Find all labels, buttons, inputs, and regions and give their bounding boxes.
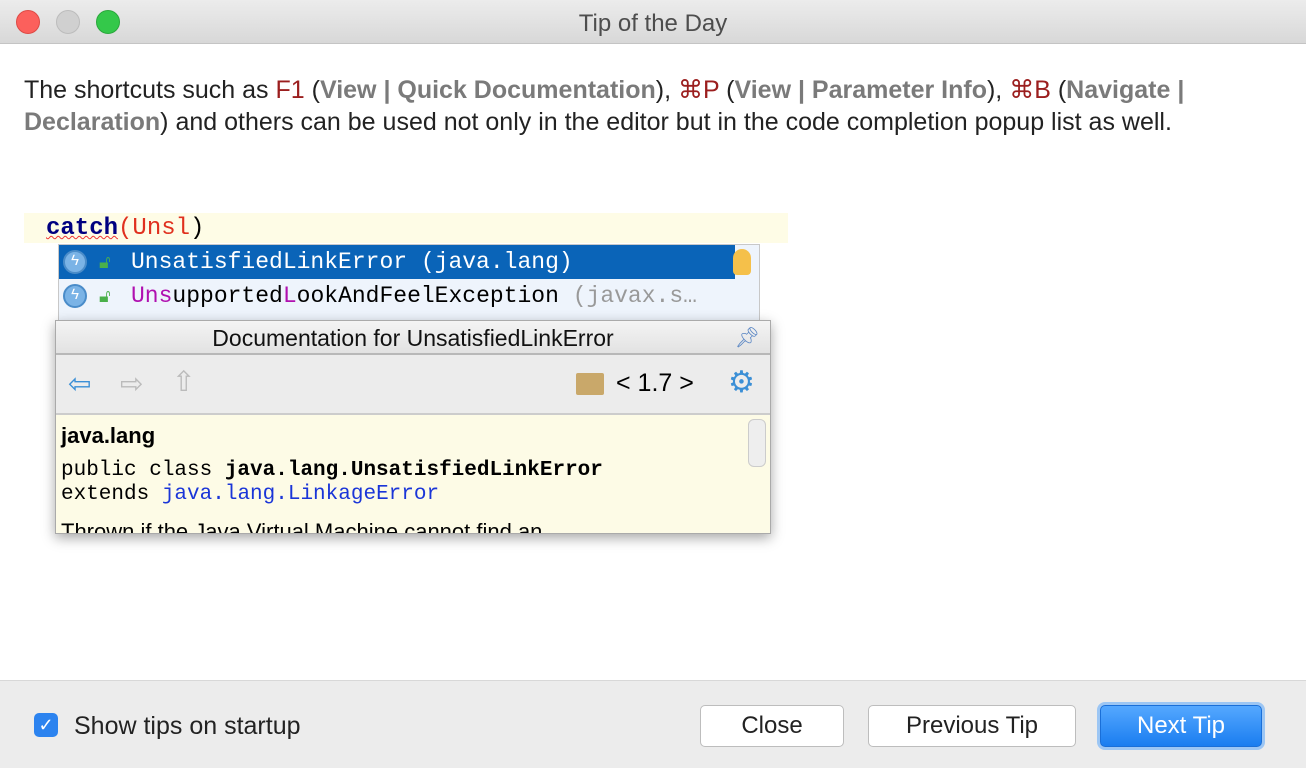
previous-tip-button[interactable]: Previous Tip [868, 705, 1076, 747]
gear-icon[interactable]: ⚙ [728, 365, 755, 400]
title-bar: Tip of the Day [0, 0, 1306, 44]
completion-item[interactable]: ϟ 🔓︎ UnsupportedLookAndFeelException (ja… [59, 279, 735, 313]
show-tips-label: Show tips on startup [74, 712, 301, 740]
documentation-popup: Documentation for UnsatisfiedLinkError 📌… [55, 320, 771, 534]
show-tips-checkbox[interactable]: ✓ [34, 713, 58, 737]
window-title: Tip of the Day [578, 10, 728, 37]
lightbulb-icon[interactable] [733, 249, 751, 275]
unlock-icon: 🔓︎ [99, 288, 111, 308]
next-tip-button[interactable]: Next Tip [1100, 705, 1262, 747]
forward-icon[interactable]: ⇨ [120, 367, 143, 400]
doc-toolbar: ⇦ ⇨ ⇧ < 1.7 > ⚙ [56, 355, 770, 415]
doc-title: Documentation for UnsatisfiedLinkError [56, 321, 770, 355]
version-selector[interactable]: < 1.7 > [616, 369, 694, 398]
doc-description: Thrown if the Java Virtual Machine canno… [61, 519, 543, 534]
back-icon[interactable]: ⇦ [68, 367, 91, 400]
library-icon[interactable] [576, 373, 604, 395]
pin-icon[interactable]: 📌︎ [735, 325, 760, 350]
close-button[interactable]: Close [700, 705, 844, 747]
up-icon[interactable]: ⇧ [172, 365, 195, 398]
completion-item[interactable]: ϟ 🔓︎ UnsatisfiedLinkError (java.lang) [59, 245, 735, 279]
footer: ✓ Show tips on startup Close Previous Ti… [0, 680, 1306, 768]
completion-popup: ϟ 🔓︎ UnsatisfiedLinkError (java.lang) ϟ … [58, 244, 760, 324]
code-example: catch(Unsl) [24, 213, 788, 243]
linkage-error-link[interactable]: java.lang.LinkageError [162, 483, 439, 506]
scrollbar[interactable] [748, 419, 766, 467]
unlock-icon: 🔓︎ [99, 254, 111, 274]
lightning-icon: ϟ [63, 250, 87, 274]
doc-package: java.lang [61, 423, 156, 448]
doc-declaration: public class java.lang.UnsatisfiedLinkEr… [61, 459, 603, 506]
lightning-icon: ϟ [63, 284, 87, 308]
tip-text: The shortcuts such as F1 (View | Quick D… [24, 76, 1185, 136]
